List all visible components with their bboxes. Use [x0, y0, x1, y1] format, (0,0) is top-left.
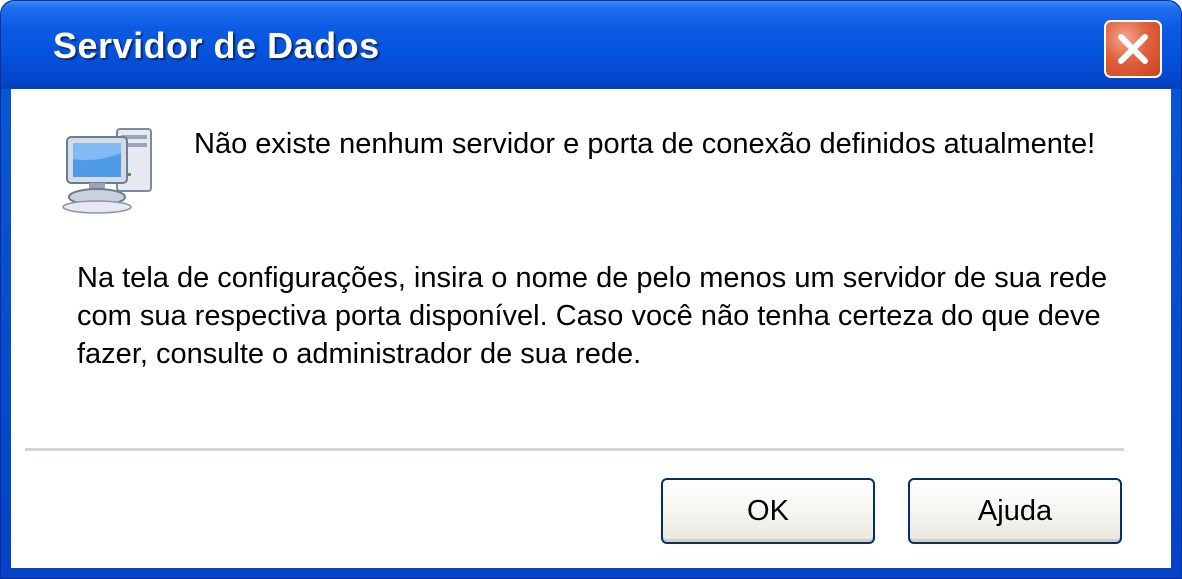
title-bar[interactable]: Servidor de Dados [1, 1, 1181, 89]
window-title: Servidor de Dados [53, 25, 380, 66]
separator [25, 448, 1124, 451]
computer-network-icon [62, 128, 152, 214]
help-button[interactable]: Ajuda [908, 478, 1122, 544]
dialog-window: Servidor de Dados Não existe nenhum serv… [0, 0, 1182, 579]
dialog-details: Na tela de configurações, insira o nome … [77, 262, 1108, 370]
dialog-body: Não existe nenhum servidor e porta de co… [11, 89, 1171, 568]
dialog-message: Não existe nenhum servidor e porta de co… [194, 128, 1096, 160]
close-button[interactable] [1104, 20, 1162, 78]
close-icon [1118, 34, 1148, 64]
ok-button[interactable]: OK [661, 478, 875, 544]
